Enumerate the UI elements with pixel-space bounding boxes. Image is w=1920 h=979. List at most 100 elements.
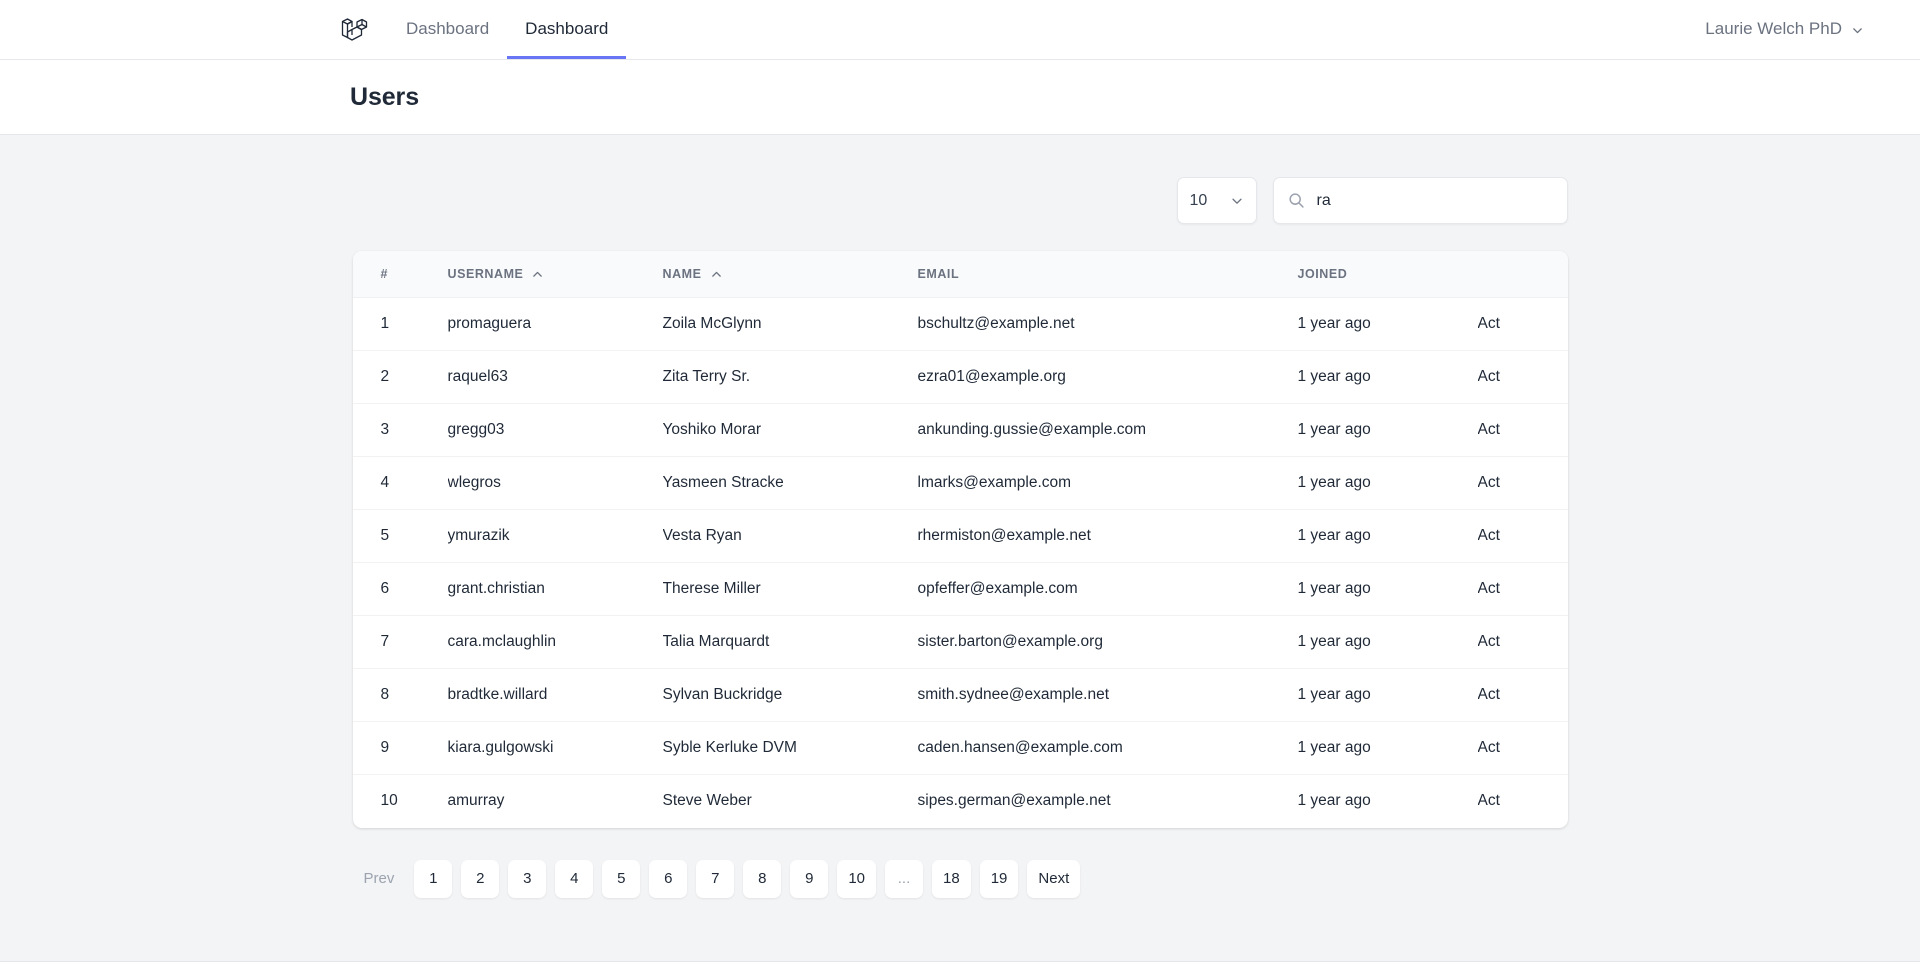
table-row: 10 amurray Steve Weber sipes.german@example…	[352, 774, 1568, 828]
footer-strip	[0, 961, 1920, 979]
users-table-card: # USERNAME NAME EMAIL JOINED 1 promaguer…	[352, 251, 1568, 828]
pagination-button-8[interactable]: 8	[743, 859, 782, 898]
action-link[interactable]: Act	[1478, 527, 1500, 544]
table-row: 8 bradtke.willard Sylvan Buckridge smith.sy…	[352, 668, 1568, 722]
cell-username: kiara.gulgowski	[447, 721, 663, 775]
pagination: Prev 1 2 3 4 5 6 7 8 9 10... 18 19 Next	[352, 859, 1568, 938]
cell-name: Syble Kerluke DVM	[662, 721, 918, 775]
per-page-select[interactable]: 10	[1176, 177, 1257, 224]
column-header-username-label: USERNAME	[447, 267, 524, 281]
cell-username: wlegros	[447, 456, 663, 510]
chevron-down-icon	[1851, 22, 1864, 35]
cell-actions[interactable]: Act	[1477, 456, 1568, 510]
users-table-body: 1 promaguera Zoila McGlynn bschultz@example…	[352, 297, 1568, 828]
pagination-button-1[interactable]: 1	[414, 859, 453, 898]
action-link[interactable]: Act	[1478, 368, 1500, 385]
pagination-button-4[interactable]: 4	[555, 859, 594, 898]
pagination-button-19[interactable]: 19	[979, 859, 1019, 898]
cell-email: lmarks@example.com	[917, 456, 1298, 510]
action-link[interactable]: Act	[1478, 315, 1500, 332]
cell-username: promaguera	[447, 297, 663, 351]
cell-name: Zita Terry Sr.	[662, 350, 918, 404]
table-row: 3 gregg03 Yoshiko Morar ankunding.gussie@ex…	[352, 403, 1568, 457]
cell-actions[interactable]: Act	[1477, 403, 1568, 457]
table-row: 1 promaguera Zoila McGlynn bschultz@example…	[352, 297, 1568, 351]
nav-link-dashboard-1[interactable]: Dashboard	[388, 0, 507, 59]
users-table-head: # USERNAME NAME EMAIL JOINED	[352, 251, 1568, 298]
cell-actions[interactable]: Act	[1477, 615, 1568, 669]
pagination-button-ellipsisellipsisellipsis[interactable]: ...	[885, 859, 924, 898]
column-header-name[interactable]: NAME	[663, 251, 918, 298]
per-page-value: 10	[1189, 191, 1208, 209]
action-link[interactable]: Act	[1478, 474, 1500, 491]
cell-joined: 1 year ago	[1297, 297, 1478, 351]
cell-actions[interactable]: Act	[1477, 721, 1568, 775]
nav-links: Dashboard Dashboard	[388, 0, 627, 59]
table-row: 4 wlegros Yasmeen Stracke lmarks@example.co…	[352, 456, 1568, 510]
search-icon	[1288, 192, 1305, 209]
table-row: 2 raquel63 Zita Terry Sr. ezra01@example.or…	[352, 350, 1568, 404]
cell-name: Yoshiko Morar	[662, 403, 918, 457]
column-header-num: #	[353, 251, 448, 298]
cell-username: bradtke.willard	[447, 668, 663, 722]
nav-link-dashboard-2[interactable]: Dashboard	[507, 0, 627, 59]
laravel-logo-link[interactable]	[340, 0, 388, 59]
cell-num: 9	[352, 721, 448, 775]
users-table: # USERNAME NAME EMAIL JOINED 1 promaguer…	[352, 251, 1568, 828]
cell-username: amurray	[447, 774, 663, 828]
action-link[interactable]: Act	[1478, 580, 1500, 597]
pagination-button-5[interactable]: 5	[602, 859, 641, 898]
pagination-button-2[interactable]: 2	[461, 859, 500, 898]
cell-joined: 1 year ago	[1297, 562, 1478, 616]
cell-actions[interactable]: Act	[1477, 297, 1568, 351]
cell-num: 5	[352, 509, 448, 563]
column-header-joined[interactable]: JOINED	[1298, 251, 1478, 298]
cell-email: caden.hansen@example.com	[917, 721, 1298, 775]
cell-username: ymurazik	[447, 509, 663, 563]
column-header-username[interactable]: USERNAME	[448, 251, 663, 298]
pagination-button-18[interactable]: 18	[932, 859, 971, 898]
cell-joined: 1 year ago	[1297, 721, 1478, 775]
cell-actions[interactable]: Act	[1477, 509, 1568, 563]
column-header-email[interactable]: EMAIL	[918, 251, 1298, 298]
cell-num: 1	[352, 297, 448, 351]
action-link[interactable]: Act	[1478, 739, 1500, 756]
cell-email: bschultz@example.net	[917, 297, 1298, 351]
cell-name: Therese Miller	[662, 562, 918, 616]
cell-joined: 1 year ago	[1297, 668, 1478, 722]
cell-email: sister.barton@example.org	[917, 615, 1298, 669]
pagination-button-prev: Prev	[352, 859, 406, 898]
search-box[interactable]	[1272, 177, 1568, 224]
cell-name: Zoila McGlynn	[662, 297, 918, 351]
search-input[interactable]	[1316, 191, 1553, 210]
table-row: 9 kiara.gulgowski Syble Kerluke DVM caden.h…	[352, 721, 1568, 775]
action-link[interactable]: Act	[1478, 792, 1500, 809]
cell-actions[interactable]: Act	[1477, 668, 1568, 722]
cell-joined: 1 year ago	[1297, 350, 1478, 404]
laravel-logo-icon	[340, 14, 370, 46]
pagination-button-9[interactable]: 9	[790, 859, 829, 898]
column-header-joined-label: JOINED	[1297, 267, 1348, 281]
pagination-button-7[interactable]: 7	[696, 859, 735, 898]
pagination-button-6[interactable]: 6	[649, 859, 688, 898]
cell-num: 2	[352, 350, 448, 404]
cell-actions[interactable]: Act	[1477, 562, 1568, 616]
pagination-button-next[interactable]: Next	[1027, 859, 1081, 898]
cell-joined: 1 year ago	[1297, 509, 1478, 563]
user-menu-button[interactable]: Laurie Welch PhD	[1705, 0, 1864, 59]
cell-joined: 1 year ago	[1297, 456, 1478, 510]
cell-username: grant.christian	[447, 562, 663, 616]
pagination-button-10[interactable]: 10	[837, 859, 877, 898]
cell-num: 6	[352, 562, 448, 616]
cell-actions[interactable]: Act	[1477, 774, 1568, 828]
cell-actions[interactable]: Act	[1477, 350, 1568, 404]
action-link[interactable]: Act	[1478, 633, 1500, 650]
table-toolbar: 10	[353, 177, 1568, 224]
cell-num: 8	[352, 668, 448, 722]
action-link[interactable]: Act	[1478, 421, 1500, 438]
cell-num: 7	[352, 615, 448, 669]
cell-email: rhermiston@example.net	[917, 509, 1298, 563]
cell-joined: 1 year ago	[1297, 403, 1478, 457]
action-link[interactable]: Act	[1478, 686, 1500, 703]
pagination-button-3[interactable]: 3	[508, 859, 547, 898]
